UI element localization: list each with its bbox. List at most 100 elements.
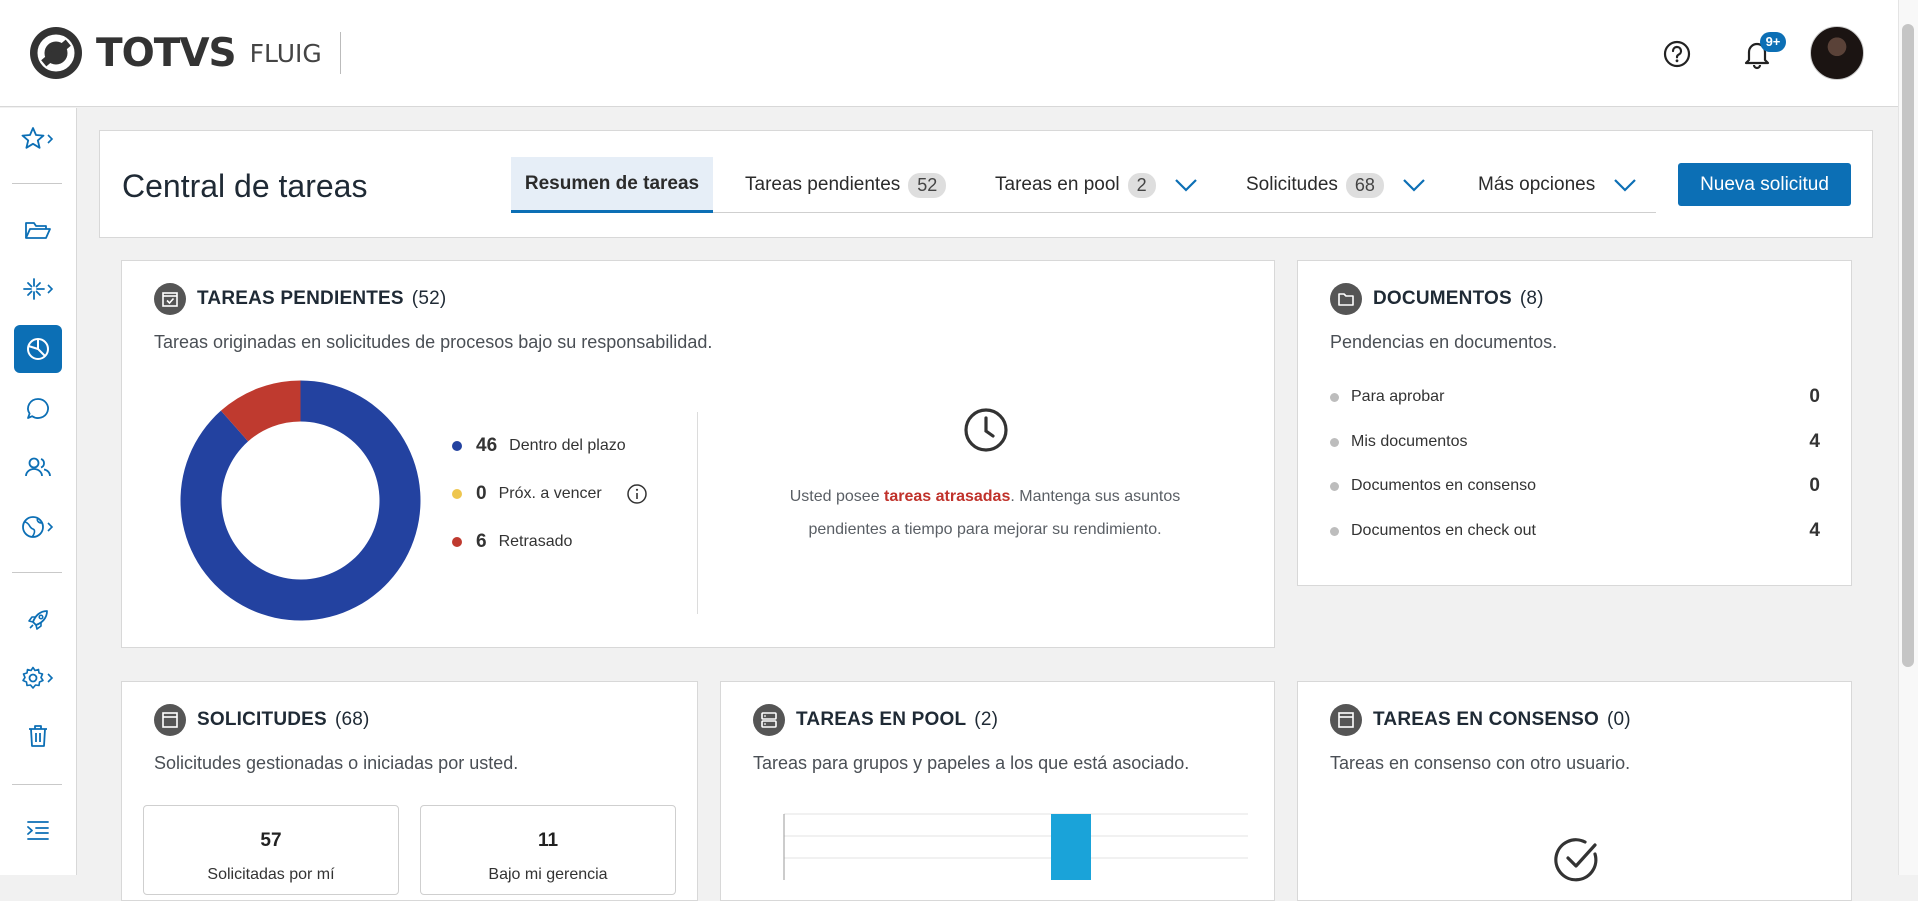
legend-dot — [452, 537, 462, 547]
legend-on-time[interactable]: 46 Dentro del plazo — [452, 435, 626, 457]
pie-chart-icon — [27, 338, 49, 360]
page-scrollbar-thumb[interactable] — [1902, 24, 1914, 667]
pool-tasks-description: Tareas para grupos y papeles a los que e… — [753, 753, 1190, 773]
tab-task-summary[interactable]: Resumen de tareas — [511, 157, 713, 213]
box-label: Bajo mi gerencia — [488, 866, 608, 883]
tab-count-badge: 52 — [908, 172, 947, 198]
sidebar-item-documents[interactable] — [14, 207, 62, 255]
sidebar-item-trash[interactable] — [14, 712, 62, 760]
sidebar-item-processes[interactable] — [14, 265, 62, 313]
sidebar-expand-button[interactable] — [14, 806, 62, 854]
pending-tasks-donut-chart — [180, 380, 421, 621]
app-logo[interactable]: TOTVS FLUIG — [28, 24, 341, 82]
card-title-text: DOCUMENTOS — [1373, 288, 1512, 309]
tab-label: Más opciones — [1478, 174, 1596, 195]
legend-label: Próx. a vencer — [498, 485, 602, 502]
chevron-down-icon — [1613, 178, 1637, 192]
users-icon — [25, 457, 51, 477]
task-checkbox-icon — [154, 283, 186, 315]
doc-row-label: Documentos en consenso — [1351, 477, 1536, 494]
card-title-count: (68) — [334, 709, 370, 730]
help-button[interactable] — [1657, 34, 1697, 74]
sidebar — [0, 108, 77, 875]
sidebar-item-favorites[interactable] — [14, 115, 62, 163]
card-divider — [697, 412, 698, 614]
requests-title[interactable]: SOLICITUDES (68) — [197, 709, 370, 731]
legend-label: Dentro del plazo — [509, 437, 626, 454]
doc-row-label: Para aprobar — [1351, 388, 1445, 405]
pool-bar — [1051, 814, 1091, 880]
info-icon[interactable] — [626, 483, 648, 505]
doc-row-value: 4 — [1809, 520, 1820, 541]
globe-icon — [22, 516, 54, 538]
card-title-count: (52) — [411, 288, 447, 309]
new-request-button[interactable]: Nueva solicitud — [1678, 163, 1851, 206]
tab-label: Tareas en pool — [995, 174, 1120, 195]
box-value: 57 — [260, 830, 282, 851]
tab-label: Tareas pendientes — [745, 174, 901, 195]
menu-expand-icon — [27, 821, 49, 840]
legend-due-soon[interactable]: 0 Próx. a vencer — [452, 483, 648, 505]
requests-description: Solicitudes gestionadas o iniciadas por … — [154, 753, 519, 773]
gear-icon — [22, 666, 54, 689]
user-avatar[interactable] — [1810, 26, 1864, 80]
sidebar-item-messages[interactable] — [14, 385, 62, 433]
card-title-text: TAREAS PENDIENTES — [197, 288, 404, 309]
doc-row-checked-out[interactable]: Documentos en check out 4 — [1330, 520, 1820, 542]
sidebar-item-communities[interactable] — [14, 443, 62, 491]
late-tasks-link[interactable]: tareas atrasadas — [884, 488, 1010, 505]
doc-row-value: 0 — [1809, 475, 1820, 496]
legend-value: 0 — [476, 483, 487, 504]
trash-icon — [29, 725, 47, 747]
late-message-prefix: Usted posee — [789, 488, 885, 505]
pool-tasks-title[interactable]: TAREAS EN POOL (2) — [796, 709, 998, 731]
sidebar-separator — [12, 784, 62, 785]
logo-divider — [339, 32, 341, 74]
tab-count-badge: 2 — [1127, 172, 1156, 198]
documents-title[interactable]: DOCUMENTOS (8) — [1373, 288, 1544, 310]
notification-badge: 9+ — [1760, 32, 1786, 52]
card-title-count: (2) — [974, 709, 999, 730]
chart-gridlines — [784, 813, 1248, 859]
sidebar-separator — [12, 572, 62, 573]
totvs-logo-icon — [30, 27, 82, 79]
page-title: Central de tareas — [122, 168, 368, 204]
help-icon — [1663, 40, 1691, 68]
chat-bubble-icon — [27, 398, 49, 419]
sidebar-separator — [12, 183, 62, 184]
tab-requests[interactable]: Solicitudes 68 — [1246, 157, 1426, 213]
requested-by-me-box[interactable]: 57 Solicitadas por mí — [143, 805, 399, 895]
doc-row-label: Documentos en check out — [1351, 522, 1536, 539]
window-icon — [154, 704, 186, 736]
card-title-count: (0) — [1607, 709, 1631, 730]
doc-row-in-consensus[interactable]: Documentos en consenso 0 — [1330, 475, 1820, 497]
doc-row-label: Mis documentos — [1351, 433, 1468, 450]
consensus-tasks-title[interactable]: TAREAS EN CONSENSO (0) — [1373, 709, 1631, 731]
sidebar-item-settings[interactable] — [14, 654, 62, 702]
tab-pool-tasks[interactable]: Tareas en pool 2 — [995, 157, 1198, 213]
documents-description: Pendencias en documentos. — [1330, 332, 1558, 352]
window-icon — [1330, 704, 1362, 736]
consensus-tasks-description: Tareas en consenso con otro usuario. — [1330, 753, 1631, 773]
doc-row-my-documents[interactable]: Mis documentos 4 — [1330, 431, 1820, 453]
top-header: TOTVS FLUIG 9+ — [0, 0, 1898, 107]
list-bullet — [1330, 392, 1339, 402]
product-name: FLUIG — [249, 38, 322, 68]
sidebar-item-portal[interactable] — [14, 503, 62, 551]
legend-dot — [452, 489, 462, 499]
pending-tasks-title[interactable]: TAREAS PENDIENTES (52) — [197, 288, 446, 310]
legend-late[interactable]: 6 Retrasado — [452, 531, 572, 553]
tab-label: Solicitudes — [1246, 174, 1338, 195]
card-title-count: (8) — [1519, 288, 1544, 309]
list-bullet — [1330, 481, 1339, 491]
tab-more-options[interactable]: Más opciones — [1478, 157, 1637, 213]
box-label: Solicitadas por mí — [207, 866, 335, 883]
chevron-down-icon — [1174, 178, 1198, 192]
sidebar-item-task-center[interactable] — [14, 325, 62, 373]
legend-dot — [452, 441, 462, 451]
sidebar-item-launch[interactable] — [14, 596, 62, 644]
star-icon — [21, 127, 54, 149]
tab-pending-tasks[interactable]: Tareas pendientes 52 — [745, 157, 947, 213]
under-my-management-box[interactable]: 11 Bajo mi gerencia — [420, 805, 676, 895]
doc-row-to-approve[interactable]: Para aprobar 0 — [1330, 386, 1820, 408]
